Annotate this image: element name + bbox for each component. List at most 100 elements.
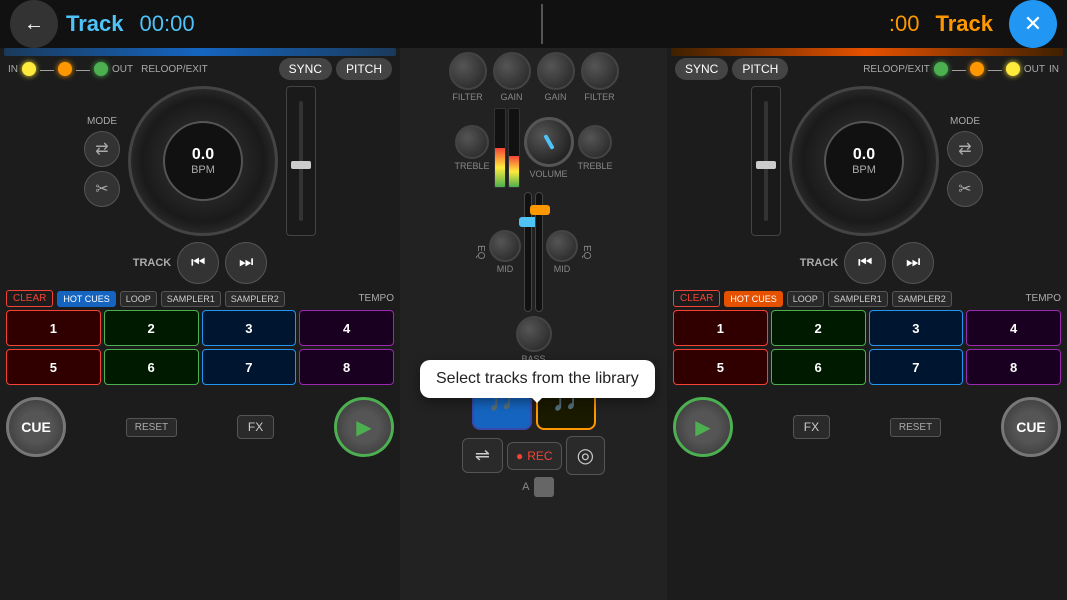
right-controls-row: SYNC PITCH RELOOP/EXIT — — OUT IN <box>667 56 1067 82</box>
pads-grid-top-left: 1 2 3 4 <box>6 310 394 346</box>
knob-mid-right[interactable]: MID <box>546 230 578 274</box>
in-label-right: IN <box>1049 64 1059 75</box>
led-in-left <box>22 62 36 76</box>
pad-1-right[interactable]: 1 <box>673 310 768 346</box>
hot-cues-tab-right[interactable]: HOT CUES <box>724 291 782 307</box>
bpm-label-right: BPM <box>852 164 876 176</box>
out-label-left: OUT <box>112 64 133 75</box>
pad-6-left[interactable]: 6 <box>104 349 199 385</box>
reset-button-right[interactable]: RESET <box>890 418 941 437</box>
sync-button-right[interactable]: SYNC <box>675 58 728 80</box>
cue-label-right: CUE <box>1016 419 1046 435</box>
cue-label-left: CUE <box>21 419 51 435</box>
headphones-button[interactable]: ⇌ <box>462 438 503 473</box>
fx-button-right[interactable]: FX <box>793 415 830 439</box>
pad-2-right[interactable]: 2 <box>771 310 866 346</box>
pad-3-left[interactable]: 3 <box>202 310 297 346</box>
knob-gain-right[interactable]: GAIN <box>537 52 575 102</box>
led-active-left <box>94 62 108 76</box>
pitch-button-right[interactable]: PITCH <box>732 58 788 80</box>
sampler1-tab-left[interactable]: SAMPLER1 <box>161 291 221 307</box>
knob-mid-left[interactable]: MID <box>489 230 521 274</box>
pad-7-left[interactable]: 7 <box>202 349 297 385</box>
pad-8-right[interactable]: 8 <box>966 349 1061 385</box>
fader-track-right <box>535 192 543 312</box>
knob-treble-right[interactable]: TREBLE <box>578 125 613 171</box>
pad-8-left[interactable]: 8 <box>299 349 394 385</box>
vumeter-right <box>508 108 520 188</box>
deck-right: SYNC PITCH RELOOP/EXIT — — OUT IN 0.0 BP… <box>667 48 1067 600</box>
knob-bass[interactable]: BASS <box>516 316 552 364</box>
turntable-right[interactable]: 0.0 BPM <box>789 86 939 236</box>
mode-btn1-right[interactable]: ⇄ <box>947 131 983 167</box>
mode-btn2-left[interactable]: ✂ <box>84 171 120 207</box>
next-button-left[interactable]: ⏭ <box>225 242 267 284</box>
time-right: :00 <box>889 11 920 37</box>
knob-treble-left[interactable]: TREBLE <box>454 125 489 171</box>
knob-gain-left[interactable]: GAIN <box>493 52 531 102</box>
turntable-inner-right: 0.0 BPM <box>824 121 904 201</box>
knob-filter-right[interactable]: FILTER <box>581 52 619 102</box>
knob-filter-left[interactable]: FILTER <box>449 52 487 102</box>
bottom-btns-right: ▶ FX RESET CUE <box>667 393 1067 461</box>
knob-circle-filter-right <box>581 52 619 90</box>
target-button[interactable]: ◎ <box>566 436 605 475</box>
vumeter-left <box>494 108 506 188</box>
sampler1-tab-right[interactable]: SAMPLER1 <box>828 291 888 307</box>
track-label-right: Track <box>936 11 994 37</box>
pad-5-right[interactable]: 5 <box>673 349 768 385</box>
pitch-button-left[interactable]: PITCH <box>336 58 392 80</box>
turntable-left[interactable]: 0.0 BPM <box>128 86 278 236</box>
track-label-sm-right: TRACK <box>800 257 839 269</box>
knob-circle-treble-right <box>578 125 612 159</box>
rec-button[interactable]: ● REC <box>507 442 562 470</box>
prev-button-left[interactable]: ⏮ <box>177 242 219 284</box>
track-label-left: Track <box>66 11 124 37</box>
play-button-left[interactable]: ▶ <box>334 397 394 457</box>
close-button[interactable]: ✕ <box>1009 0 1057 48</box>
sync-button-left[interactable]: SYNC <box>279 58 332 80</box>
next-button-right[interactable]: ⏭ <box>892 242 934 284</box>
waveform-left <box>4 48 396 56</box>
sampler2-tab-right[interactable]: SAMPLER2 <box>892 291 952 307</box>
hot-cues-tab-left[interactable]: HOT CUES <box>57 291 115 307</box>
mode-col-left: MODE ⇄ ✂ <box>84 116 120 207</box>
out-label-right: OUT <box>1024 64 1045 75</box>
loop-tab-right[interactable]: LOOP <box>787 291 824 307</box>
pad-2-left[interactable]: 2 <box>104 310 199 346</box>
reloop-exit-right: RELOOP/EXIT <box>863 64 930 75</box>
waveform-right <box>671 48 1063 56</box>
pad-5-left[interactable]: 5 <box>6 349 101 385</box>
pads-section-left: CLEAR HOT CUES LOOP SAMPLER1 SAMPLER2 TE… <box>0 286 400 389</box>
pad-6-right[interactable]: 6 <box>771 349 866 385</box>
fader-right[interactable] <box>535 192 543 312</box>
loop-tab-left[interactable]: LOOP <box>120 291 157 307</box>
prev-button-right[interactable]: ⏮ <box>844 242 886 284</box>
turntable-area-left: MODE ⇄ ✂ 0.0 BPM <box>0 82 400 240</box>
pad-1-left[interactable]: 1 <box>6 310 101 346</box>
pad-4-right[interactable]: 4 <box>966 310 1061 346</box>
cue-button-right[interactable]: CUE <box>1001 397 1061 457</box>
mode-btn2-right[interactable]: ✂ <box>947 171 983 207</box>
tempo-label-left: TEMPO <box>358 293 394 304</box>
clear-button-right[interactable]: CLEAR <box>673 290 720 307</box>
dash2-right: — <box>988 61 1002 77</box>
mode-btn1-left[interactable]: ⇄ <box>84 131 120 167</box>
pitch-slider-left[interactable] <box>286 86 316 236</box>
pitch-slider-right[interactable] <box>751 86 781 236</box>
back-button[interactable]: ← <box>10 0 58 48</box>
clear-button-left[interactable]: CLEAR <box>6 290 53 307</box>
pad-7-right[interactable]: 7 <box>869 349 964 385</box>
cue-button-left[interactable]: CUE <box>6 397 66 457</box>
treble-label-left: TREBLE <box>454 161 489 171</box>
pad-4-left[interactable]: 4 <box>299 310 394 346</box>
play-button-right[interactable]: ▶ <box>673 397 733 457</box>
fx-button-left[interactable]: FX <box>237 415 274 439</box>
volume-indicator <box>543 134 554 150</box>
sampler2-tab-left[interactable]: SAMPLER2 <box>225 291 285 307</box>
mixer-bottom-btns: ⇌ ● REC ◎ <box>458 434 609 477</box>
pad-3-right[interactable]: 3 <box>869 310 964 346</box>
reloop-exit-left: RELOOP/EXIT <box>141 64 208 75</box>
knob-volume[interactable]: VOLUME <box>524 117 574 179</box>
reset-button-left[interactable]: RESET <box>126 418 177 437</box>
